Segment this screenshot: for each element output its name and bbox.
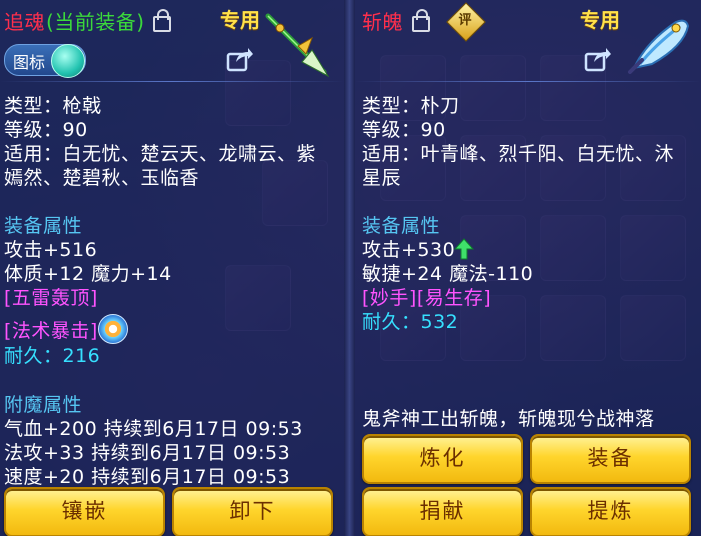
item-name: 斩魄 [362, 10, 403, 34]
exclusive-label: 专用 [220, 8, 260, 32]
panel-divider [344, 0, 355, 536]
equipped-status: (当前装备) [46, 10, 145, 34]
extract-button[interactable]: 提炼 [530, 487, 691, 536]
enchant-line: 气血+200 持续到6月17日 09:53 [4, 418, 303, 440]
extra-stats: 体质+12 魔力+14 [4, 263, 172, 285]
inlay-button[interactable]: 镶嵌 [4, 487, 165, 536]
special-effect: [五雷轰顶] [4, 287, 98, 309]
unequip-button[interactable]: 卸下 [172, 487, 333, 536]
equip-button[interactable]: 装备 [530, 434, 691, 484]
divider-line [0, 81, 344, 82]
item-description: 鬼斧神工出斩魄，斩魄现兮战神落 [362, 408, 655, 430]
enchant-line: 速度+20 持续到6月17日 09:53 [4, 466, 291, 488]
equipment-attributes-title: 装备属性 [362, 215, 441, 237]
special-effect: [法术暴击] [4, 320, 98, 342]
icon-toggle-label: 图标 [13, 53, 46, 72]
attack-stat: 攻击+516 [4, 239, 98, 261]
item-type: 类型：朴刀 [362, 95, 460, 117]
extra-stats: 敏捷+24 魔法-110 [362, 263, 534, 285]
share-icon[interactable] [584, 46, 612, 72]
item-suitable-cont: 星辰 [362, 167, 402, 189]
item-suitable-cont: 嫣然、楚碧秋、玉临香 [4, 167, 200, 189]
durability: 耐久：532 [362, 311, 459, 333]
lock-icon[interactable] [153, 9, 171, 32]
upgrade-arrow-icon [454, 238, 474, 260]
refine-button[interactable]: 炼化 [362, 434, 523, 484]
item-name: 追魂 [4, 10, 45, 34]
toggle-knob [51, 44, 85, 78]
equipment-attributes-title: 装备属性 [4, 215, 83, 237]
blade-weapon-icon [628, 19, 690, 74]
equipment-compare-screen: 追魂 (当前装备) 专用 图标 类型：枪戟 等级：90 适用：白无忧、楚云天、龙… [0, 0, 701, 536]
special-effect: [妙手][易生存] [362, 287, 492, 309]
skill-swirl-icon [98, 314, 128, 344]
durability: 耐久：216 [4, 345, 101, 367]
exclusive-label: 专用 [580, 8, 620, 32]
enchant-line: 法攻+33 持续到6月17日 09:53 [4, 442, 291, 464]
donate-button[interactable]: 捐献 [362, 487, 523, 536]
divider-line [355, 81, 701, 82]
item-level: 等级：90 [4, 119, 88, 141]
spear-weapon-icon [265, 13, 330, 78]
attack-stat: 攻击+530 [362, 239, 456, 261]
item-type: 类型：枪戟 [4, 95, 102, 117]
rating-badge-label: 评 [458, 13, 472, 28]
icon-toggle[interactable]: 图标 [4, 44, 86, 78]
share-icon[interactable] [226, 46, 254, 72]
item-level: 等级：90 [362, 119, 446, 141]
item-suitable: 适用：叶青峰、烈千阳、白无忧、沐 [362, 143, 675, 165]
item-suitable: 适用：白无忧、楚云天、龙啸云、紫 [4, 143, 317, 165]
enchant-attributes-title: 附魔属性 [4, 394, 83, 416]
lock-icon[interactable] [412, 9, 430, 32]
